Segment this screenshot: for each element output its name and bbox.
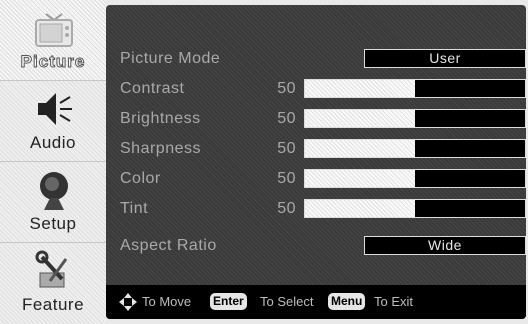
sidebar-item-feature[interactable]: Feature: [0, 243, 106, 323]
tint-row[interactable]: Tint 50: [120, 197, 526, 221]
sidebar-item-label: Feature: [21, 295, 85, 314]
sidebar-item-audio[interactable]: Audio: [0, 81, 106, 161]
tint-label: Tint: [120, 200, 149, 217]
picture-mode-row[interactable]: Picture Mode User: [120, 47, 526, 71]
slider-fill: [305, 140, 415, 157]
color-label: Color: [120, 170, 161, 187]
brightness-slider[interactable]: [304, 109, 526, 128]
color-value: 50: [277, 170, 296, 187]
contrast-row[interactable]: Contrast 50: [120, 77, 526, 101]
dpad-icon: [118, 292, 138, 315]
tint-slider[interactable]: [304, 199, 526, 218]
exit-hint: To Exit: [374, 294, 414, 309]
sidebar: Picture Audio Setup Feature: [0, 0, 106, 324]
picture-settings-panel: Picture Mode User Contrast 50 Brightness…: [106, 5, 526, 319]
brightness-row[interactable]: Brightness 50: [120, 107, 526, 131]
tv-icon: [32, 6, 76, 50]
tint-value: 50: [277, 200, 296, 217]
picture-mode-select[interactable]: User: [364, 49, 526, 68]
picture-mode-label: Picture Mode: [120, 50, 221, 67]
aspect-ratio-row[interactable]: Aspect Ratio Wide: [120, 234, 526, 258]
select-hint: To Select: [260, 294, 314, 309]
move-hint: To Move: [142, 294, 192, 309]
brightness-value: 50: [277, 110, 296, 127]
color-slider[interactable]: [304, 169, 526, 188]
contrast-value: 50: [277, 80, 296, 97]
footer-hints: To Move Enter To Select Menu To Exit: [106, 285, 526, 319]
slider-fill: [305, 170, 415, 187]
sidebar-item-label: Picture: [20, 52, 86, 72]
sidebar-item-label: Audio: [30, 133, 76, 152]
sidebar-item-label: Setup: [29, 214, 77, 233]
sharpness-label: Sharpness: [120, 140, 201, 157]
speaker-icon: [32, 87, 76, 131]
sharpness-row[interactable]: Sharpness 50: [120, 137, 526, 161]
sidebar-item-setup[interactable]: Setup: [0, 162, 106, 242]
satellite-dish-icon: [32, 168, 76, 212]
tools-icon: [32, 249, 76, 293]
contrast-label: Contrast: [120, 80, 185, 97]
menu-key: Menu: [328, 293, 366, 310]
aspect-ratio-select[interactable]: Wide: [364, 236, 526, 255]
brightness-label: Brightness: [120, 110, 201, 127]
color-row[interactable]: Color 50: [120, 167, 526, 191]
contrast-slider[interactable]: [304, 79, 526, 98]
enter-key: Enter: [210, 293, 247, 310]
sidebar-item-picture[interactable]: Picture: [0, 0, 106, 80]
aspect-ratio-label: Aspect Ratio: [120, 237, 217, 254]
slider-fill: [305, 80, 415, 97]
sharpness-value: 50: [277, 140, 296, 157]
slider-fill: [305, 200, 415, 217]
sharpness-slider[interactable]: [304, 139, 526, 158]
slider-fill: [305, 110, 415, 127]
